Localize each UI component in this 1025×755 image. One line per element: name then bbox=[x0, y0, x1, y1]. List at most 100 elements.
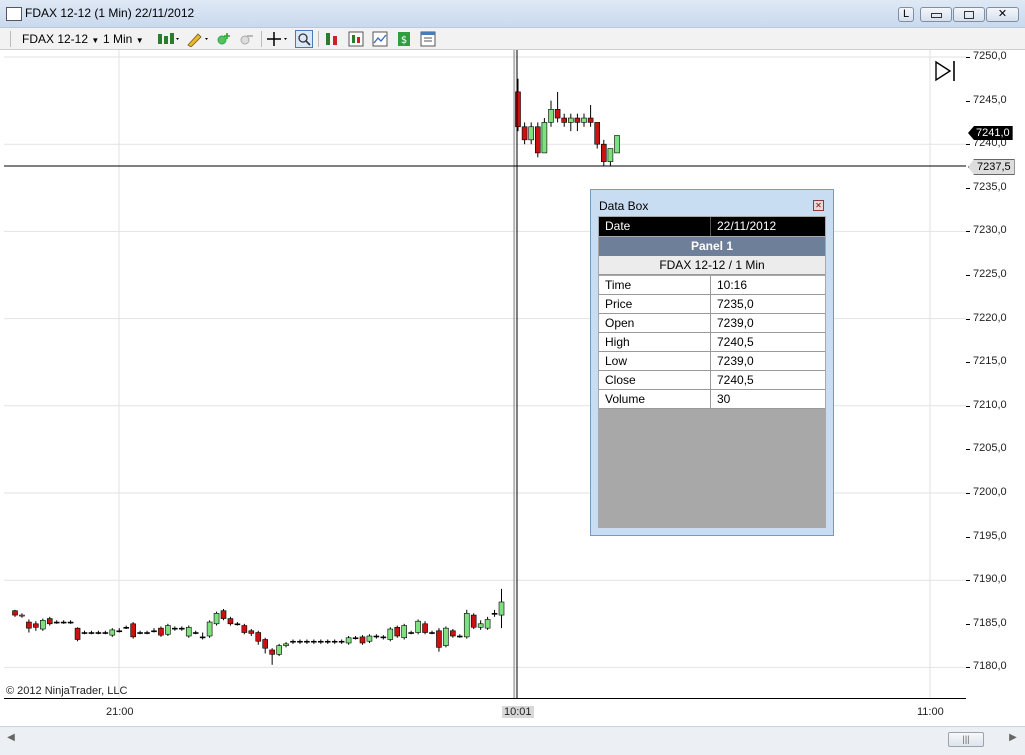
candle-body bbox=[331, 640, 338, 643]
candle-body bbox=[33, 623, 39, 628]
candle-body bbox=[283, 643, 289, 646]
zoom-in-icon[interactable] bbox=[215, 31, 231, 47]
scroll-thumb[interactable]: ||| bbox=[948, 732, 984, 747]
price-axis[interactable]: 7250,0 7245,0 7240,0 7235,0 7230,0 7225,0 7220… bbox=[966, 50, 1025, 698]
candle-body bbox=[172, 627, 178, 630]
candle-body bbox=[594, 122, 601, 145]
data-box-row-volume: Volume 30 bbox=[599, 390, 825, 409]
cell-divider bbox=[710, 314, 711, 333]
candle-body bbox=[359, 636, 366, 644]
price-tick-mark bbox=[966, 405, 970, 407]
toolbar-separator bbox=[261, 31, 262, 47]
close-icon: ✕ bbox=[815, 201, 822, 210]
candle-body bbox=[470, 614, 477, 628]
pencil-draw-icon[interactable] bbox=[186, 31, 210, 47]
candle-body bbox=[81, 632, 88, 634]
candle-body bbox=[614, 135, 620, 154]
crosshair-price-marker: 7237,5 bbox=[968, 159, 1015, 175]
row-value: 7240,5 bbox=[717, 373, 754, 387]
candle-body bbox=[227, 618, 234, 625]
row-label: Volume bbox=[605, 392, 646, 406]
row-value: 7239,0 bbox=[717, 316, 754, 330]
candle-body bbox=[297, 640, 303, 643]
horizontal-scrollbar[interactable]: ◀ ||| ▶ bbox=[0, 726, 1025, 755]
candle-body bbox=[269, 649, 275, 655]
candle-body bbox=[422, 623, 428, 633]
maximize-button[interactable] bbox=[953, 7, 985, 22]
crosshair-icon[interactable] bbox=[266, 31, 290, 47]
candle-body bbox=[324, 640, 331, 643]
chart-style-candlestick-icon[interactable] bbox=[156, 31, 180, 47]
candle-body bbox=[26, 621, 32, 629]
candle-body bbox=[554, 109, 561, 119]
candle-body bbox=[46, 618, 53, 625]
scroll-left-button[interactable]: ◀ bbox=[2, 732, 20, 748]
strategies-icon[interactable] bbox=[348, 31, 364, 47]
data-box-window[interactable]: Data Box ✕ Date 22/11/2012 Panel 1 FDAX … bbox=[590, 189, 834, 536]
candle-body bbox=[255, 632, 262, 642]
cell-divider bbox=[710, 217, 711, 236]
candle-body bbox=[338, 640, 345, 643]
candle-body bbox=[165, 625, 171, 635]
scroll-to-end-icon[interactable] bbox=[935, 60, 955, 82]
price-tick-label: 7250,0 bbox=[973, 50, 1007, 62]
minimize-button[interactable] bbox=[920, 7, 952, 22]
window-titlebar: FDAX 12-12 (1 Min) 22/11/2012 L ✕ bbox=[0, 0, 1025, 28]
candle-body bbox=[352, 637, 359, 640]
price-tick-mark bbox=[966, 187, 970, 189]
date-value: 22/11/2012 bbox=[717, 219, 777, 233]
candle-body bbox=[567, 117, 574, 123]
indicators-icon[interactable] bbox=[324, 31, 340, 47]
data-box-panel-header: Panel 1 bbox=[599, 237, 825, 256]
data-box-row-time: Time 10:16 bbox=[599, 276, 825, 295]
chevron-down-icon: ▼ bbox=[135, 36, 144, 45]
row-value: 7239,0 bbox=[717, 354, 754, 368]
candle-body bbox=[415, 620, 421, 633]
candle-body bbox=[185, 626, 192, 637]
row-label: Open bbox=[605, 316, 635, 330]
candle-body bbox=[220, 610, 227, 619]
price-tick-label: 7190,0 bbox=[973, 573, 1007, 586]
price-tick-label: 7180,0 bbox=[973, 660, 1007, 673]
price-tick-mark bbox=[966, 275, 970, 276]
time-axis[interactable]: 21:00 10:01 11:00 bbox=[4, 698, 966, 723]
row-value: 10:16 bbox=[717, 278, 748, 292]
candle-body bbox=[515, 91, 521, 128]
data-box-icon[interactable] bbox=[295, 30, 313, 48]
link-button[interactable]: L bbox=[898, 7, 914, 22]
cell-divider bbox=[710, 276, 711, 295]
candle-body bbox=[373, 635, 380, 638]
cell-divider bbox=[710, 390, 711, 409]
time-tick-label: 10:01 bbox=[502, 706, 534, 718]
close-button[interactable]: ✕ bbox=[986, 7, 1019, 22]
candle-body bbox=[528, 126, 535, 141]
data-box-close-button[interactable]: ✕ bbox=[813, 200, 824, 211]
instrument-selector[interactable]: FDAX 12-12 ▼ bbox=[22, 30, 99, 48]
price-tick-mark bbox=[966, 57, 970, 58]
candle-body bbox=[206, 621, 213, 637]
dollar-icon[interactable]: $ bbox=[396, 31, 412, 47]
candle-body bbox=[443, 627, 449, 646]
data-box-row-close: Close 7240,5 bbox=[599, 371, 825, 390]
series-label: FDAX 12-12 / 1 Min bbox=[659, 258, 765, 272]
maximize-icon bbox=[964, 11, 974, 19]
line-chart-icon[interactable] bbox=[372, 31, 388, 47]
candle-body bbox=[234, 623, 241, 626]
row-label: Time bbox=[605, 278, 632, 292]
candle-body bbox=[607, 148, 614, 162]
scroll-right-button[interactable]: ▶ bbox=[1004, 732, 1022, 748]
interval-selector[interactable]: 1 Min ▼ bbox=[103, 30, 144, 48]
panel-label: Panel 1 bbox=[690, 239, 734, 253]
row-label: Price bbox=[605, 297, 633, 311]
candle-body bbox=[192, 632, 199, 634]
candle-body bbox=[144, 632, 150, 634]
candle-body bbox=[12, 610, 18, 616]
properties-icon[interactable] bbox=[420, 31, 436, 47]
copyright-text: © 2012 NinjaTrader, LLC bbox=[6, 685, 128, 697]
zoom-out-icon[interactable] bbox=[238, 31, 254, 47]
candle-body bbox=[429, 632, 435, 634]
candle-body bbox=[394, 626, 401, 637]
candle-body bbox=[158, 627, 164, 636]
candle-body bbox=[561, 117, 568, 123]
candle-body bbox=[130, 623, 136, 638]
